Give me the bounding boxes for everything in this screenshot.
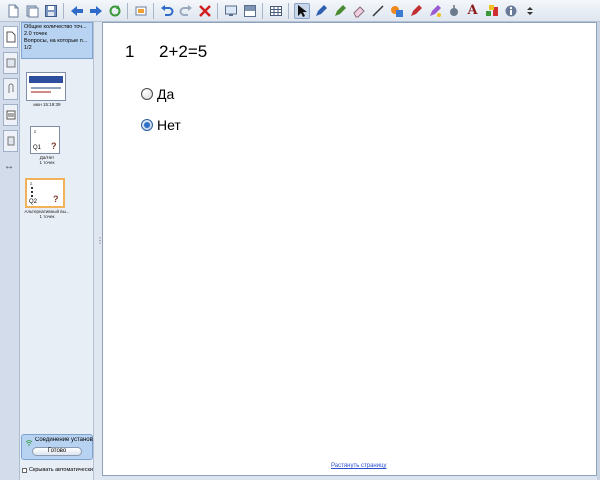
side-tab-strip: ↔ [0,22,20,480]
thumb-bullet [31,191,33,193]
thumb-mini-text: Σ [30,181,33,186]
autohide-option[interactable]: Скрывать автоматически [22,467,93,473]
redo-icon[interactable] [178,3,194,19]
connection-status-box: Соединение установле Готово [21,434,93,460]
new-page-icon[interactable] [5,3,21,19]
undo-icon[interactable] [159,3,175,19]
back-icon[interactable] [69,3,85,19]
option-label: Да [157,86,175,102]
open-icon[interactable] [24,3,40,19]
answer-option-no[interactable]: Нет [141,117,181,133]
info-line: Общее количество точ... [24,24,87,30]
creative-pen-icon[interactable] [332,3,348,19]
highlighter-icon[interactable] [446,3,462,19]
forward-icon[interactable] [88,3,104,19]
table-icon[interactable] [268,3,284,19]
addon-icon [7,136,14,146]
screen-shade-icon[interactable] [242,3,258,19]
paperclip-icon [8,83,13,93]
question-1-thumbnail[interactable]: Σ Q1 ? [30,126,60,154]
question-number: 1 [125,42,135,61]
save-icon[interactable] [43,3,59,19]
more-icon[interactable] [522,3,538,19]
gallery-icon [6,58,15,68]
properties-tab[interactable] [3,104,18,126]
info-icon[interactable] [503,3,519,19]
info-line: 1/2 [24,45,32,51]
title-line [31,87,61,89]
question-2-thumbnail[interactable]: Σ Q2 ? [25,178,65,208]
response-info-box: Общее количество точ... 2.0 точек Вопрос… [21,22,93,59]
wifi-icon [25,437,33,446]
toolbar-separator [153,2,154,19]
main-toolbar: A [0,0,600,22]
eraser-icon[interactable] [351,3,367,19]
select-icon[interactable] [293,2,310,19]
info-line: 2.0 точек [24,31,47,37]
page-sorter-panel: Общее количество точ... 2.0 точек Вопрос… [20,22,94,480]
radio-button-selected[interactable] [141,119,153,131]
option-label: Нет [157,117,181,133]
title-banner [29,76,63,83]
screenshot-icon[interactable] [133,3,149,19]
thumb-caption: 1 точек [39,160,55,165]
refresh-icon[interactable] [107,3,123,19]
answer-option-yes[interactable]: Да [141,86,174,102]
connection-status-text: Соединение установле [35,437,93,443]
thumb-label: Q2 [29,199,38,205]
attachments-tab[interactable] [3,78,18,100]
title-line [31,91,51,93]
thumb-caption: 1 точек [39,214,55,219]
toolbar-separator [63,2,64,19]
delete-icon[interactable] [197,3,213,19]
toolbar-separator [217,2,218,19]
window-edge [102,476,597,480]
thumb-caption: июн 15:19:39 [33,102,61,107]
toolbar-separator [288,2,289,19]
toolbar-separator [262,2,263,19]
fill-icon[interactable] [427,3,443,19]
stretch-page-link[interactable]: Растянуть страницу [331,463,387,469]
question-text: 2+2=5 [159,42,208,61]
panel-splitter[interactable]: ⋮ [94,22,104,480]
question-mark-icon: ? [51,141,57,151]
addons-tab[interactable] [3,130,18,152]
page-icon [6,31,15,43]
line-icon[interactable] [370,3,386,19]
pen-icon[interactable] [313,3,329,19]
radio-dot [144,122,150,128]
title-page-thumbnail[interactable] [26,72,66,101]
expand-arrows-icon[interactable]: ↔ [4,162,19,172]
text-icon[interactable]: A [465,3,481,19]
info-line: Вопросы, на которые п... [24,38,88,44]
text-tool-glyph: A [467,2,478,18]
autohide-checkbox[interactable] [22,467,27,473]
question-mark-icon: ? [53,194,59,204]
display-icon[interactable] [223,3,239,19]
radio-button[interactable] [141,88,153,100]
shape-icon[interactable] [389,3,405,19]
thumb-mini-text: Σ [34,129,37,134]
properties-icon [6,110,15,120]
thumb-label: Q1 [33,145,42,151]
properties-icon[interactable] [484,3,500,19]
gallery-tab[interactable] [3,52,18,74]
thumb-bullet [31,187,33,189]
thumb-bullet [31,195,33,197]
ready-button[interactable]: Готово [32,447,82,456]
page-canvas[interactable]: 1 2+2=5 Да Нет Растянуть страницу [102,22,597,476]
autohide-label: Скрывать автоматически [29,467,93,473]
page-sorter-tab[interactable] [3,26,18,48]
magic-pen-icon[interactable] [408,3,424,19]
toolbar-separator [127,2,128,19]
